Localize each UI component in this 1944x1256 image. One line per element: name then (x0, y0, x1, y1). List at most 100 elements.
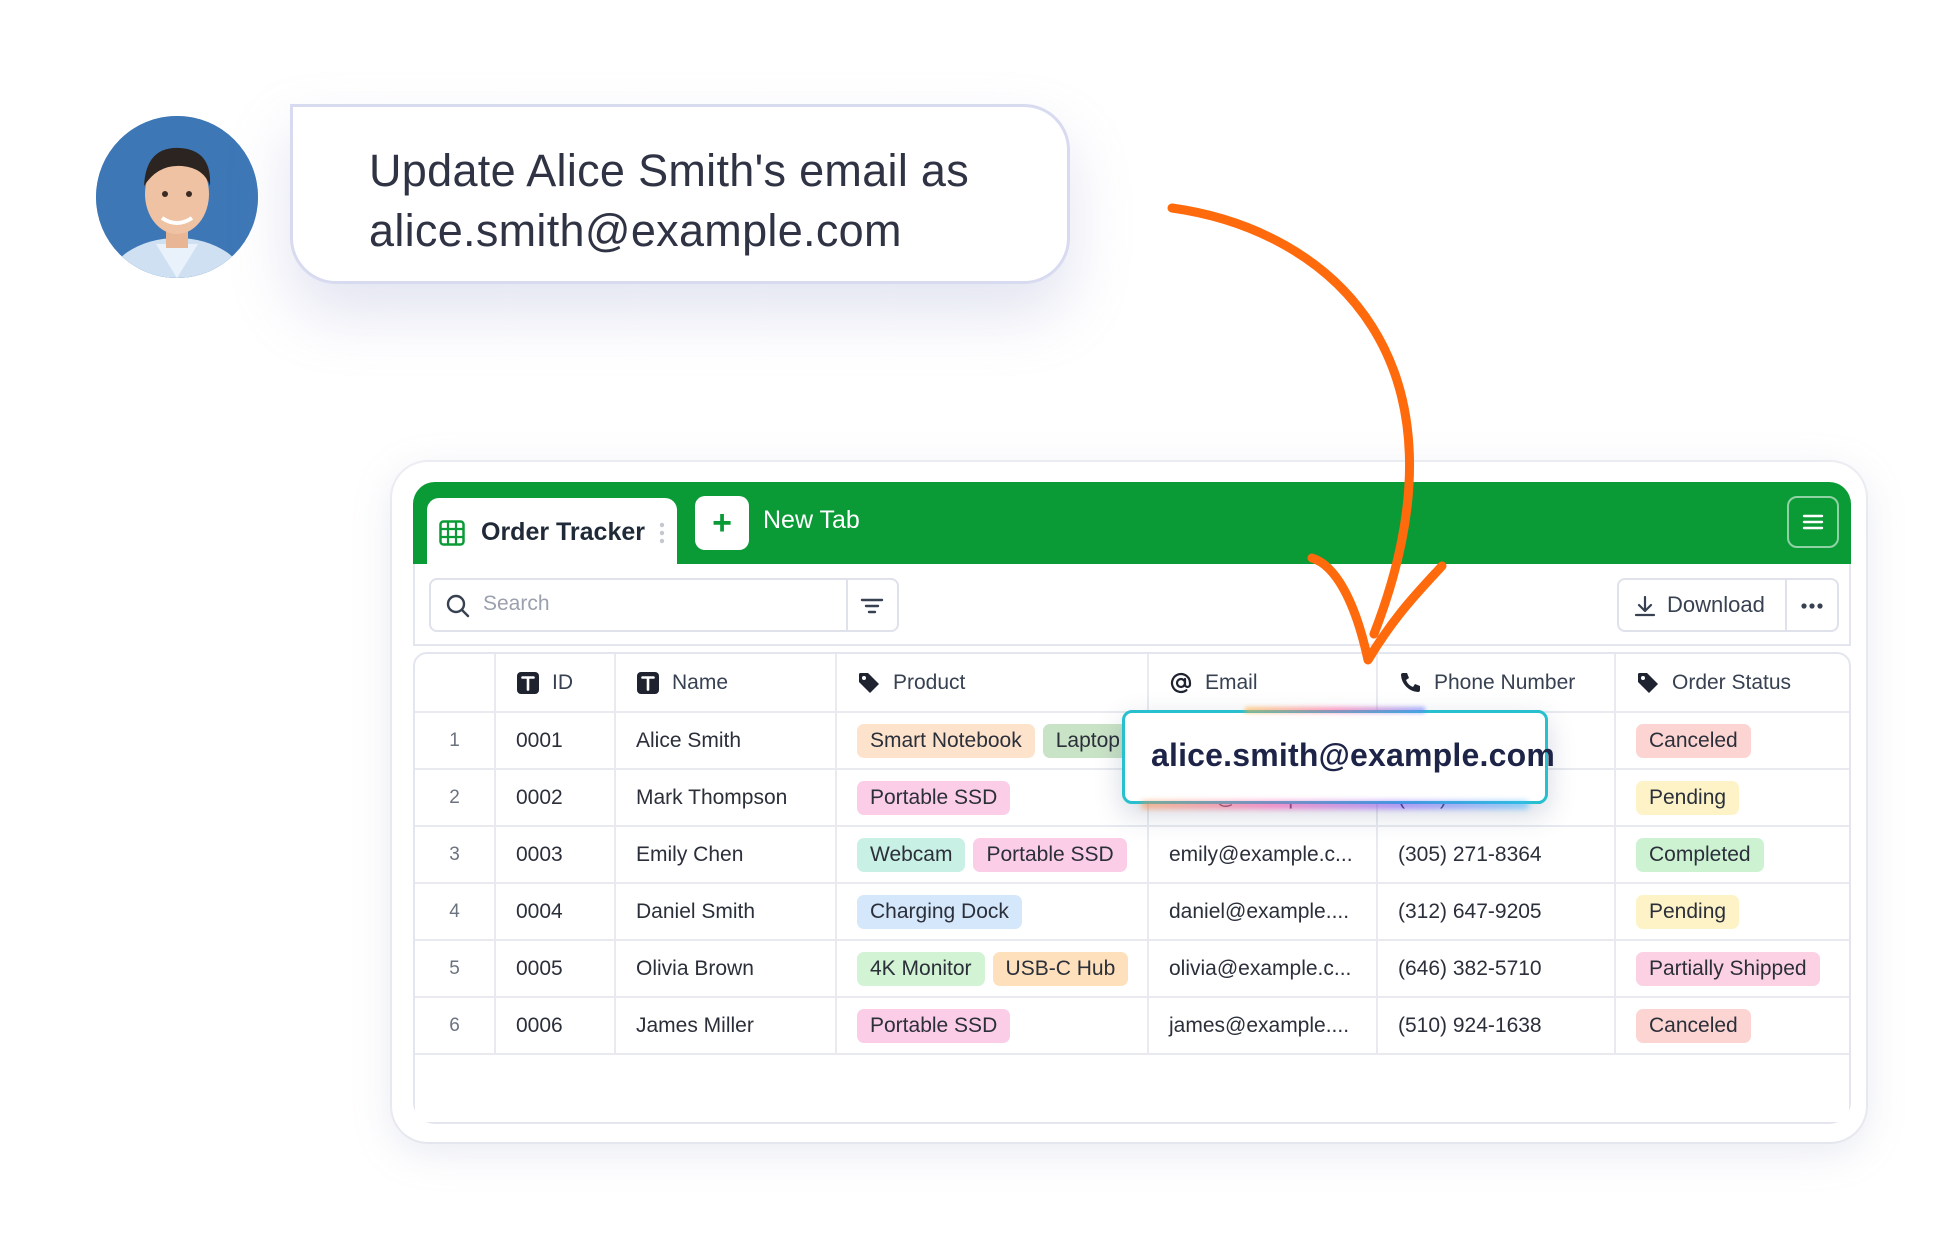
product-tag: Portable SSD (973, 837, 1127, 872)
header-id[interactable]: ID (495, 654, 616, 713)
cell-id[interactable]: 0006 (495, 997, 616, 1055)
at-sign-icon (1170, 672, 1192, 693)
product-tag: Smart Notebook (857, 723, 1035, 758)
row-number: 6 (415, 997, 496, 1055)
row-number: 2 (415, 769, 496, 827)
cell-product[interactable]: Smart Notebook Laptop (836, 712, 1149, 770)
cell-product[interactable]: Portable SSD (836, 769, 1149, 827)
cell-name[interactable]: James Miller (615, 997, 837, 1055)
cell-status[interactable]: Pending (1615, 769, 1849, 827)
header-name-label: Name (672, 670, 729, 694)
cell-id[interactable]: 0001 (495, 712, 616, 770)
product-tag: Portable SSD (857, 780, 1011, 815)
popup-glow (1141, 801, 1529, 809)
row-number: 1 (415, 712, 496, 770)
download-group: Download (1617, 578, 1839, 632)
cell-email[interactable]: olivia@example.c... (1148, 940, 1378, 998)
cell-email[interactable]: james@example.... (1148, 997, 1378, 1055)
header-product-label: Product (893, 670, 966, 694)
menu-button[interactable] (1787, 496, 1839, 548)
tag-icon (859, 672, 879, 693)
product-tag: Charging Dock (857, 894, 1022, 929)
phone-icon (1401, 672, 1420, 692)
search-icon (446, 594, 470, 618)
drag-handle-icon[interactable] (659, 520, 665, 546)
header-status[interactable]: Order Status (1615, 654, 1849, 713)
cell-status[interactable]: Partially Shipped (1615, 940, 1849, 998)
download-button[interactable]: Download (1667, 592, 1765, 618)
person-photo (96, 116, 258, 278)
cell-name[interactable]: Emily Chen (615, 826, 837, 884)
tag-icon (1638, 672, 1658, 693)
cell-name[interactable]: Olivia Brown (615, 940, 837, 998)
search-divider (846, 580, 848, 630)
row-number: 4 (415, 883, 496, 941)
product-tag: 4K Monitor (857, 951, 985, 986)
cell-product[interactable]: Charging Dock (836, 883, 1149, 941)
filter-icon[interactable] (859, 593, 885, 619)
product-tag: Laptop (1042, 723, 1133, 758)
instruction-bubble: Update Alice Smith's email as alice.smit… (290, 104, 1070, 284)
popup-glow-top (1245, 707, 1425, 713)
more-icon[interactable] (1797, 594, 1827, 618)
cell-id[interactable]: 0004 (495, 883, 616, 941)
header-status-label: Order Status (1672, 670, 1792, 694)
status-badge: Pending (1636, 780, 1740, 815)
table-row[interactable]: 4 0004 Daniel Smith Charging Dock daniel… (415, 883, 1849, 941)
status-badge: Partially Shipped (1636, 951, 1820, 986)
header-phone-label: Phone Number (1434, 670, 1576, 694)
header-phone[interactable]: Phone Number (1377, 654, 1616, 713)
cell-status[interactable]: Completed (1615, 826, 1849, 884)
cell-phone[interactable]: (510) 924-1638 (1377, 997, 1616, 1055)
product-tag: Portable SSD (857, 1008, 1011, 1043)
email-edit-popup[interactable]: alice.smith@example.com (1122, 707, 1555, 809)
header-product[interactable]: Product (836, 654, 1149, 713)
search-field[interactable]: Search (429, 578, 899, 632)
user-avatar (96, 116, 258, 278)
cell-status[interactable]: Canceled (1615, 997, 1849, 1055)
cell-email[interactable]: daniel@example.... (1148, 883, 1378, 941)
cell-name[interactable]: Alice Smith (615, 712, 837, 770)
search-input[interactable]: Search (483, 592, 550, 616)
product-tag: Webcam (857, 837, 966, 872)
table-row[interactable]: 6 0006 James Miller Portable SSD james@e… (415, 997, 1849, 1055)
cell-name[interactable]: Daniel Smith (615, 883, 837, 941)
product-tag: USB-C Hub (992, 951, 1129, 986)
table-row[interactable]: 5 0005 Olivia Brown 4K Monitor USB-C Hub … (415, 940, 1849, 998)
tab-label: Order Tracker (481, 518, 645, 546)
cell-phone[interactable]: (646) 382-5710 (1377, 940, 1616, 998)
status-badge: Completed (1636, 837, 1764, 872)
toolbar: Search Download (413, 564, 1851, 646)
plus-icon: + (712, 503, 732, 542)
cell-id[interactable]: 0005 (495, 940, 616, 998)
instruction-line-1: Update Alice Smith's email as (369, 145, 970, 196)
row-number: 3 (415, 826, 496, 884)
status-badge: Pending (1636, 894, 1740, 929)
cell-status[interactable]: Canceled (1615, 712, 1849, 770)
cell-product[interactable]: Webcam Portable SSD (836, 826, 1149, 884)
email-edit-input[interactable]: alice.smith@example.com (1151, 737, 1555, 774)
header-email[interactable]: Email (1148, 654, 1378, 713)
cell-product[interactable]: 4K Monitor USB-C Hub (836, 940, 1149, 998)
cell-phone[interactable]: (312) 647-9205 (1377, 883, 1616, 941)
cell-status[interactable]: Pending (1615, 883, 1849, 941)
cell-id[interactable]: 0002 (495, 769, 616, 827)
cell-phone[interactable]: (305) 271-8364 (1377, 826, 1616, 884)
table-header-row: ID Name Product Email Phone Number Order… (415, 654, 1849, 713)
text-type-icon (637, 671, 659, 694)
new-tab-label[interactable]: New Tab (763, 506, 860, 535)
download-divider (1785, 580, 1787, 630)
instruction-line-2: alice.smith@example.com (369, 205, 902, 256)
cell-product[interactable]: Portable SSD (836, 997, 1149, 1055)
cell-email[interactable]: emily@example.c... (1148, 826, 1378, 884)
header-id-label: ID (552, 670, 573, 694)
text-type-icon (517, 671, 539, 694)
status-badge: Canceled (1636, 723, 1751, 758)
table-row[interactable]: 3 0003 Emily Chen Webcam Portable SSD emi… (415, 826, 1849, 884)
header-name[interactable]: Name (615, 654, 837, 713)
cell-name[interactable]: Mark Thompson (615, 769, 837, 827)
hamburger-menu-icon (1802, 514, 1824, 530)
cell-id[interactable]: 0003 (495, 826, 616, 884)
download-icon[interactable] (1633, 594, 1657, 618)
add-tab-button[interactable]: + (695, 496, 749, 550)
